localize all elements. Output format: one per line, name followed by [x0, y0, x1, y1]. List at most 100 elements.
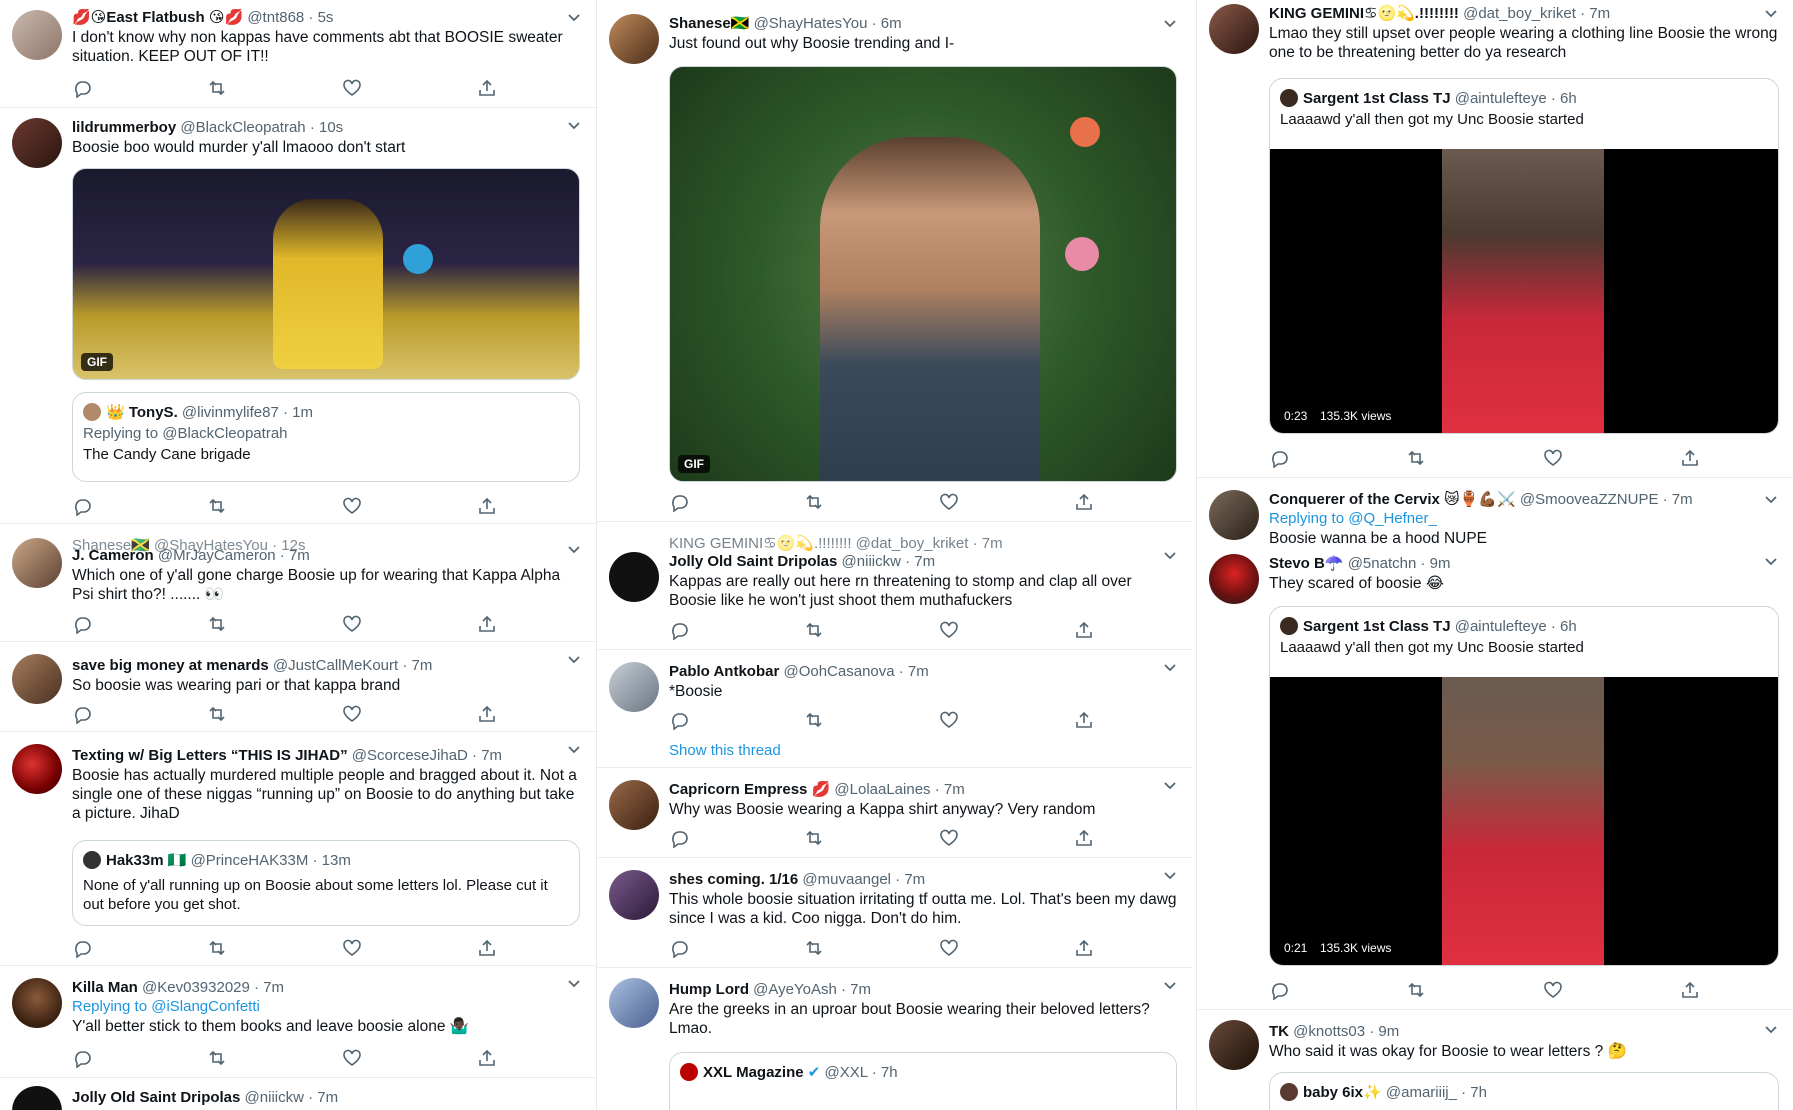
share-icon[interactable] [1074, 938, 1094, 958]
tweet[interactable]: TK @knotts03 · 9m Who said it was okay f… [1197, 1010, 1793, 1110]
tweet-author-name[interactable]: TK [1269, 1023, 1289, 1040]
tweet[interactable]: KING GEMINI♋🌝💫.!!!!!!!! @dat_boy_kriket … [597, 522, 1192, 650]
chevron-down-icon[interactable] [1763, 554, 1779, 570]
tweet-author-name[interactable]: Pablo Antkobar [669, 663, 779, 680]
reply-icon[interactable] [72, 496, 92, 516]
tweet-author-name[interactable]: J. Cameron [72, 547, 154, 564]
tweet-handle-time[interactable]: @knotts03 · 9m [1293, 1023, 1399, 1040]
quoted-tweet[interactable]: baby 6ix✨ @amariiij_ · 7h [1269, 1072, 1779, 1110]
retweet-icon[interactable] [804, 620, 824, 640]
retweet-icon[interactable] [207, 614, 227, 634]
retweet-icon[interactable] [1406, 448, 1426, 468]
avatar[interactable] [1209, 554, 1259, 604]
tweet-author-name[interactable]: Hump Lord [669, 981, 749, 998]
retweet-icon[interactable] [207, 496, 227, 516]
tweet[interactable]: Jolly Old Saint Dripolas @niiickw · 7m [0, 1078, 596, 1110]
reply-icon[interactable] [72, 1048, 92, 1068]
chevron-down-icon[interactable] [1162, 16, 1178, 32]
reply-icon[interactable] [1269, 980, 1289, 1000]
heart-icon[interactable] [342, 496, 362, 516]
tweet[interactable]: save big money at menards @JustCallMeKou… [0, 642, 596, 732]
tweet[interactable]: Hump Lord @AyeYoAsh · 7m Are the greeks … [597, 968, 1192, 1110]
quoted-tweet[interactable]: Sargent 1st Class TJ @aintulefteye · 6h … [1269, 78, 1779, 434]
tweet-author-name[interactable]: Texting w/ Big Letters “THIS IS JIHAD” [72, 747, 348, 764]
avatar[interactable] [1209, 490, 1259, 540]
heart-icon[interactable] [939, 710, 959, 730]
heart-icon[interactable] [342, 1048, 362, 1068]
avatar[interactable] [12, 654, 62, 704]
tweet-handle-time[interactable]: @muvaangel · 7m [802, 871, 925, 888]
share-icon[interactable] [1074, 710, 1094, 730]
tweet-author-name[interactable]: lildrummerboy [72, 119, 176, 136]
tweet[interactable]: 💋😘East Flatbush 😘💋 @tnt868 · 5s I don't … [0, 0, 596, 108]
tweet[interactable]: Texting w/ Big Letters “THIS IS JIHAD” @… [0, 732, 596, 966]
avatar[interactable] [609, 14, 659, 64]
avatar[interactable] [1209, 1020, 1259, 1070]
retweet-icon[interactable] [804, 492, 824, 512]
tweet-handle-time[interactable]: @Kev03932029 · 7m [142, 979, 284, 996]
avatar[interactable] [12, 538, 62, 588]
quoted-tweet[interactable]: Hak33m 🇳🇬 @PrinceHAK33M · 13m None of y'… [72, 840, 580, 926]
tweet-handle-time[interactable]: @ScorceseJihaD · 7m [352, 747, 502, 764]
heart-icon[interactable] [939, 938, 959, 958]
share-icon[interactable] [477, 78, 497, 98]
chevron-down-icon[interactable] [1162, 548, 1178, 564]
reply-icon[interactable] [72, 614, 92, 634]
heart-icon[interactable] [1543, 980, 1563, 1000]
chevron-down-icon[interactable] [1162, 868, 1178, 884]
tweet-author-name[interactable]: Conquerer of the Cervix 😿🏺💪🏾⚔️ [1269, 491, 1516, 508]
avatar[interactable] [12, 744, 62, 794]
tweet-handle-time[interactable]: @JustCallMeKourt · 7m [273, 657, 432, 674]
reply-icon[interactable] [72, 938, 92, 958]
reply-icon[interactable] [72, 78, 92, 98]
show-thread-link[interactable]: Show this thread [669, 742, 781, 759]
share-icon[interactable] [477, 1048, 497, 1068]
chevron-down-icon[interactable] [566, 742, 582, 758]
chevron-down-icon[interactable] [1162, 978, 1178, 994]
quoted-tweet[interactable]: XXL Magazine ✔ @XXL · 7h [669, 1052, 1177, 1110]
share-icon[interactable] [1680, 448, 1700, 468]
avatar[interactable] [12, 118, 62, 168]
tweet[interactable]: Stevo B☂️ @5natchn · 9m They scared of b… [1197, 550, 1793, 1010]
tweet-handle-time[interactable]: @ShayHatesYou · 6m [754, 15, 902, 32]
replying-to[interactable]: Replying to @Q_Hefner_ [1269, 509, 1779, 528]
tweet-handle-time[interactable]: @BlackCleopatrah · 10s [180, 119, 343, 136]
tweet[interactable]: Shanese🇯🇲 @ShayHatesYou · 12s J. Cameron… [0, 524, 596, 642]
quoted-tweet[interactable]: Sargent 1st Class TJ @aintulefteye · 6h … [1269, 606, 1779, 966]
heart-icon[interactable] [1543, 448, 1563, 468]
share-icon[interactable] [1074, 492, 1094, 512]
tweet-author-name[interactable]: Killa Man [72, 979, 138, 996]
tweet-author-name[interactable]: shes coming. 1/16 [669, 871, 798, 888]
tweet-author-name[interactable]: save big money at menards [72, 657, 269, 674]
avatar[interactable] [609, 662, 659, 712]
chevron-down-icon[interactable] [566, 118, 582, 134]
heart-icon[interactable] [342, 614, 362, 634]
retweet-icon[interactable] [207, 78, 227, 98]
gif-media[interactable]: GIF [72, 168, 580, 380]
tweet[interactable]: Pablo Antkobar @OohCasanova · 7m *Boosie… [597, 650, 1192, 768]
reply-icon[interactable] [72, 704, 92, 724]
heart-icon[interactable] [342, 938, 362, 958]
tweet-handle-time[interactable]: @tnt868 · 5s [247, 9, 333, 26]
reply-icon[interactable] [669, 938, 689, 958]
chevron-down-icon[interactable] [1162, 778, 1178, 794]
reply-icon[interactable] [669, 828, 689, 848]
chevron-down-icon[interactable] [566, 542, 582, 558]
avatar[interactable] [1209, 4, 1259, 54]
tweet-handle-time[interactable]: @5natchn · 9m [1348, 555, 1451, 572]
retweet-icon[interactable] [804, 828, 824, 848]
retweet-icon[interactable] [1406, 980, 1426, 1000]
tweet[interactable]: KING GEMINI♋🌝💫.!!!!!!!! @dat_boy_kriket … [1197, 0, 1793, 478]
tweet[interactable]: Conquerer of the Cervix 😿🏺💪🏾⚔️ @SmooveaZ… [1197, 478, 1793, 554]
avatar[interactable] [12, 978, 62, 1028]
reply-icon[interactable] [669, 492, 689, 512]
share-icon[interactable] [1074, 620, 1094, 640]
tweet[interactable]: shes coming. 1/16 @muvaangel · 7m This w… [597, 858, 1192, 968]
tweet-author-name[interactable]: Capricorn Empress 💋 [669, 781, 830, 798]
share-icon[interactable] [1074, 828, 1094, 848]
tweet[interactable]: Killa Man @Kev03932029 · 7m Replying to … [0, 966, 596, 1078]
heart-icon[interactable] [342, 704, 362, 724]
tweet-handle-time[interactable]: @OohCasanova · 7m [783, 663, 928, 680]
tweet-author-name[interactable]: KING GEMINI♋🌝💫.!!!!!!!! [1269, 5, 1459, 22]
tweet-handle-time[interactable]: @AyeYoAsh · 7m [753, 981, 871, 998]
